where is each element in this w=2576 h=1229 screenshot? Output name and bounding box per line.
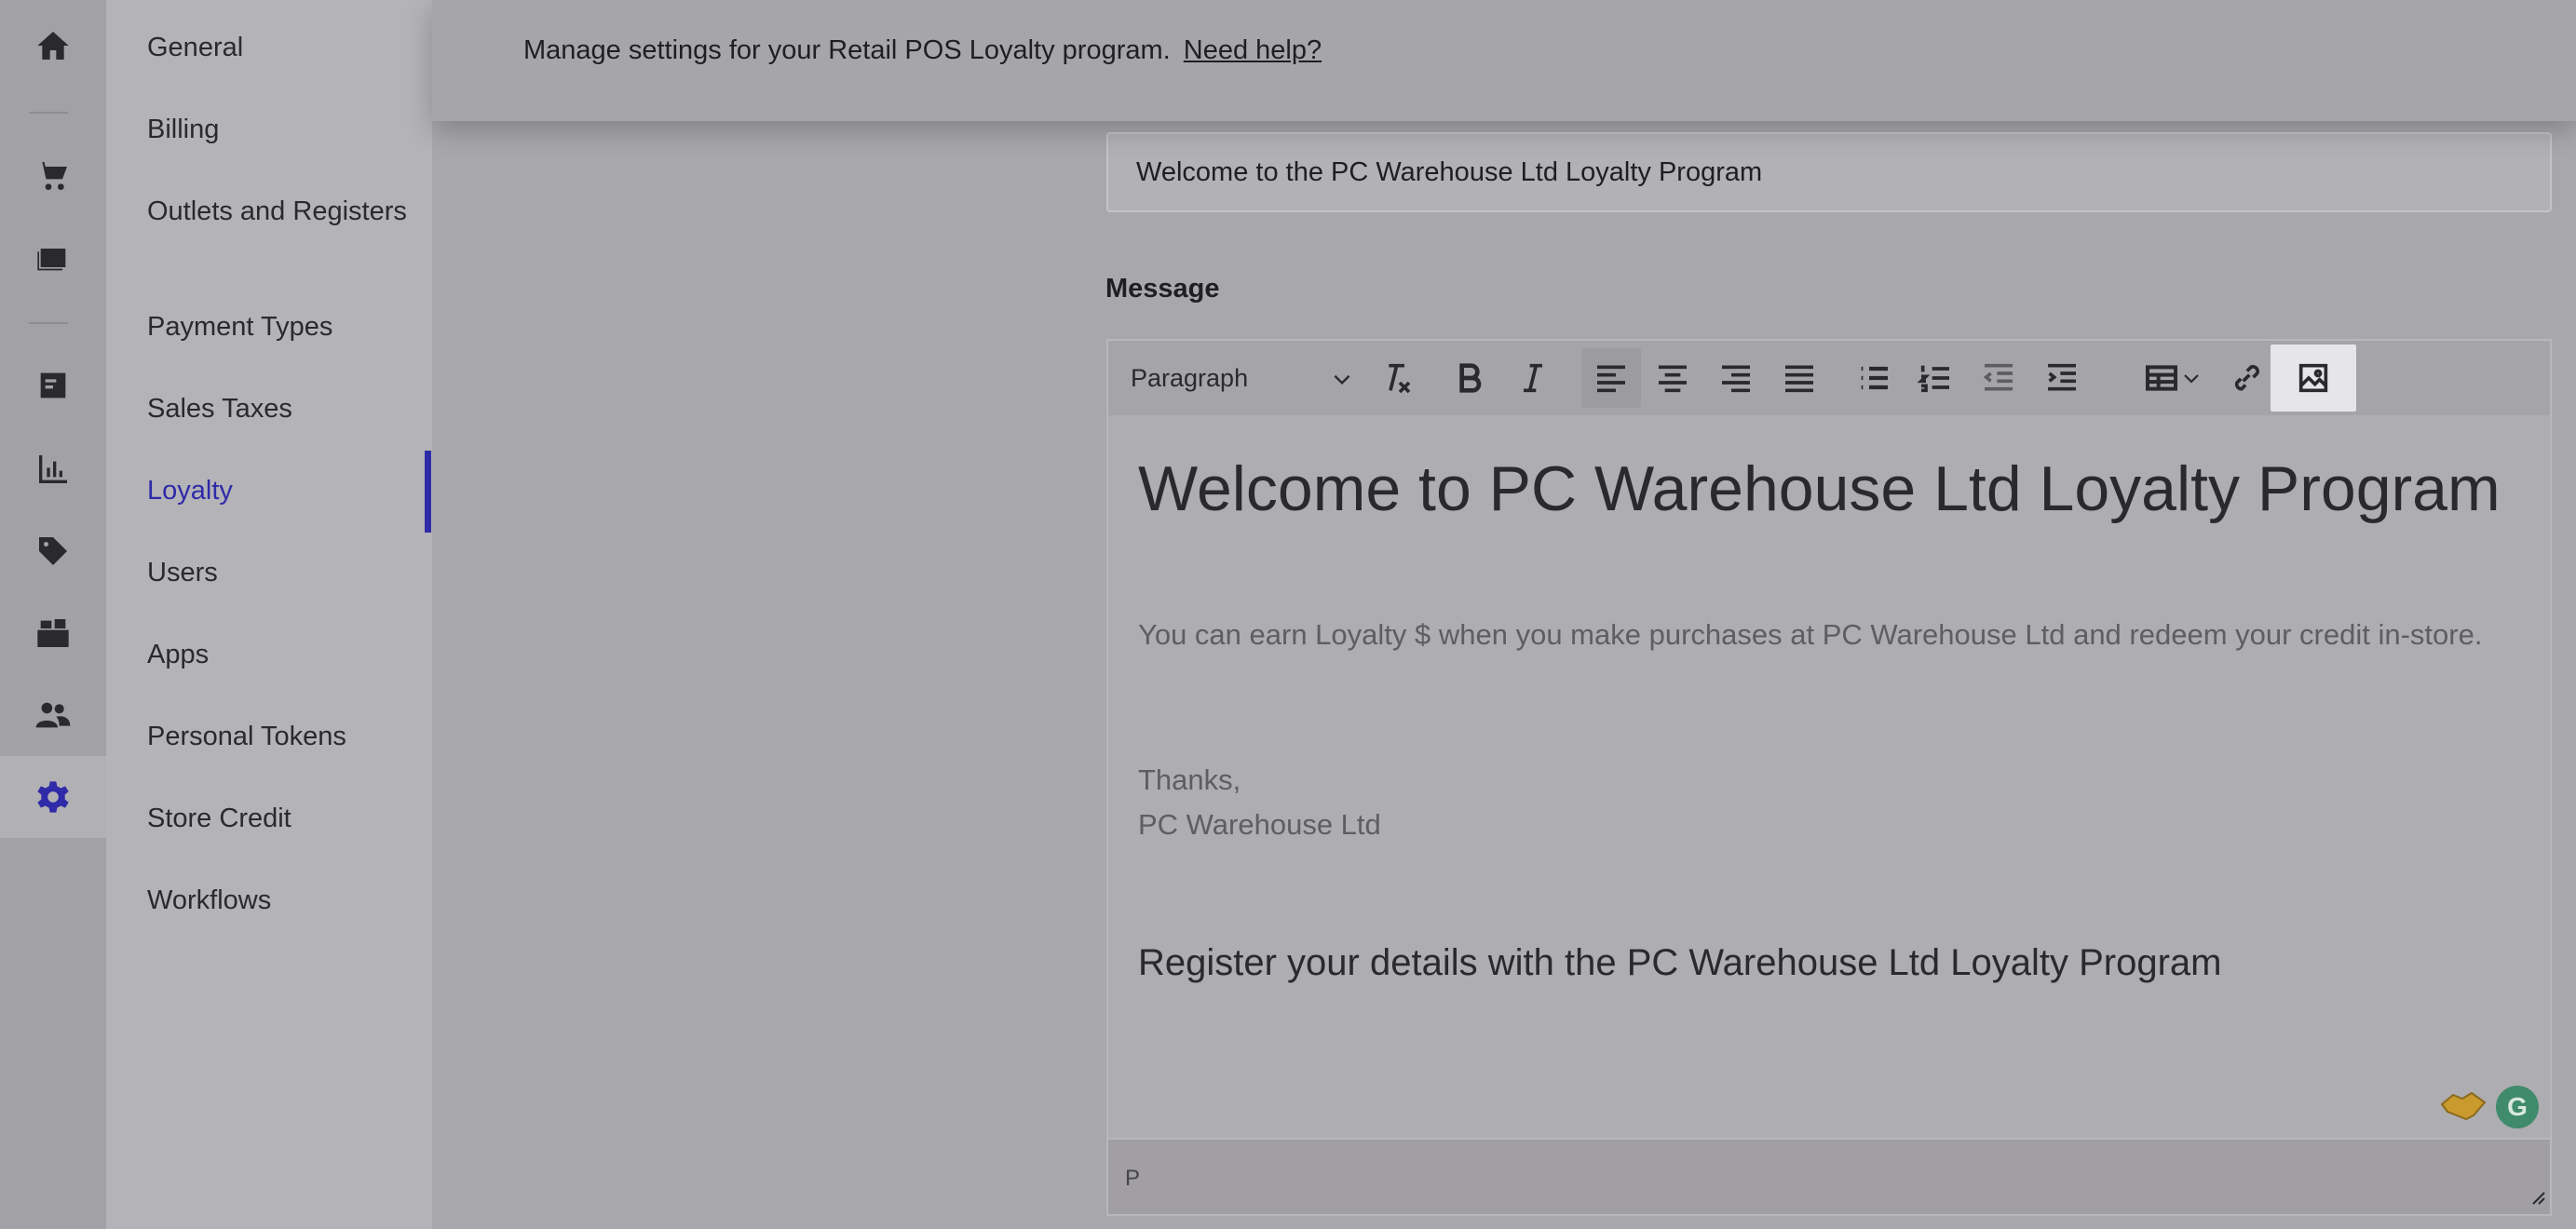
nav-item-personal-tokens[interactable]: Personal Tokens [147, 721, 408, 753]
resize-handle-icon[interactable] [2528, 1187, 2546, 1210]
settings-gear-icon[interactable] [0, 756, 106, 838]
message-editor[interactable]: Paragraph Welcome to PC Warehouse Ltd Lo… [1106, 339, 2552, 1216]
nav-item-loyalty[interactable]: Loyalty [147, 475, 408, 507]
bullet-list-icon[interactable] [1848, 348, 1900, 408]
home-icon[interactable] [0, 5, 106, 87]
header-text: Manage settings for your Retail POS Loya… [523, 35, 1171, 65]
block-format-select[interactable]: Paragraph [1131, 348, 1354, 408]
register-icon[interactable] [0, 344, 106, 426]
bold-icon[interactable] [1444, 348, 1496, 408]
subject-input[interactable]: Welcome to the PC Warehouse Ltd Loyalty … [1106, 132, 2552, 212]
reports-chart-icon[interactable] [0, 428, 106, 510]
table-icon[interactable] [2131, 348, 2215, 408]
handshake-icon[interactable] [2440, 1087, 2487, 1125]
chevron-down-icon [2184, 374, 2199, 384]
content-signoff: Thanks, PC Warehouse Ltd [1138, 758, 1381, 847]
settings-nav: General Billing Outlets and Registers Pa… [106, 0, 432, 1229]
numbered-list-icon[interactable] [1909, 348, 1961, 408]
link-icon[interactable] [2220, 348, 2272, 408]
content-thanks: Thanks, [1138, 763, 1241, 796]
icon-rail [0, 0, 106, 1229]
header-description: Manage settings for your Retail POS Loya… [523, 35, 1322, 66]
tag-icon[interactable] [0, 510, 106, 592]
nav-item-general[interactable]: General [147, 32, 408, 64]
nav-item-outlets-registers[interactable]: Outlets and Registers [147, 196, 408, 228]
content-signature: PC Warehouse Ltd [1138, 808, 1381, 841]
indent-icon[interactable] [2036, 348, 2088, 408]
cart-icon[interactable] [0, 135, 106, 217]
editor-content[interactable]: Welcome to PC Warehouse Ltd Loyalty Prog… [1108, 415, 2550, 1140]
nav-item-payment-types[interactable]: Payment Types [147, 311, 408, 344]
grammarly-icon[interactable]: G [2496, 1086, 2539, 1128]
image-icon[interactable] [2271, 344, 2356, 412]
chevron-down-icon [1330, 367, 1354, 398]
italic-icon[interactable] [1507, 348, 1559, 408]
nav-item-apps[interactable]: Apps [147, 639, 408, 671]
block-format-label: Paragraph [1131, 363, 1249, 392]
nav-item-store-credit[interactable]: Store Credit [147, 803, 408, 835]
align-right-icon[interactable] [1710, 348, 1762, 408]
rail-divider [29, 112, 68, 114]
content-subheading: Register your details with the PC Wareho… [1138, 942, 2222, 983]
editor-toolbar: Paragraph [1108, 341, 2550, 415]
nav-item-billing[interactable]: Billing [147, 114, 408, 146]
element-path[interactable]: P [1125, 1166, 1140, 1192]
message-label: Message [1105, 274, 1220, 304]
justify-icon[interactable] [1773, 348, 1825, 408]
active-indicator [425, 451, 431, 533]
align-left-icon[interactable] [1581, 348, 1641, 408]
nav-item-users[interactable]: Users [147, 557, 408, 589]
rail-divider [29, 322, 68, 324]
need-help-link[interactable]: Need help? [1184, 35, 1322, 65]
page-header: Manage settings for your Retail POS Loya… [432, 0, 2576, 121]
sales-ledger-icon[interactable] [0, 217, 106, 299]
editor-statusbar: P [1108, 1138, 2550, 1214]
content-paragraph: You can earn Loyalty $ when you make pur… [1138, 618, 2483, 651]
inventory-boxes-icon[interactable] [0, 592, 106, 674]
nav-item-sales-taxes[interactable]: Sales Taxes [147, 393, 408, 425]
outdent-icon[interactable] [1973, 348, 2025, 408]
align-center-icon[interactable] [1647, 348, 1699, 408]
customers-icon[interactable] [0, 674, 106, 756]
clear-formatting-icon[interactable] [1369, 348, 1421, 408]
nav-item-workflows[interactable]: Workflows [147, 885, 408, 917]
content-heading: Welcome to PC Warehouse Ltd Loyalty Prog… [1138, 453, 2501, 524]
